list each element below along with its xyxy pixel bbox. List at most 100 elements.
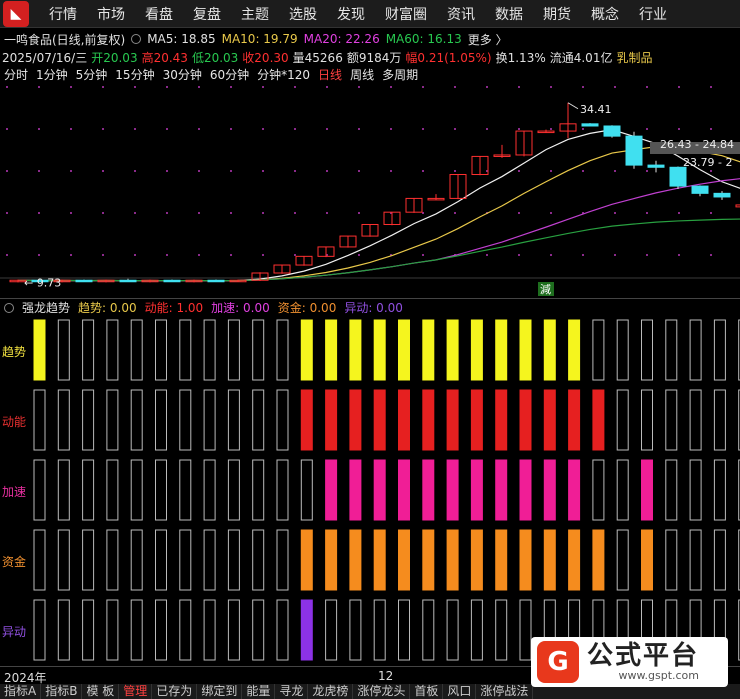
bottom-tab-6[interactable]: 能量	[242, 684, 276, 699]
nav-item-3[interactable]: 复盘	[193, 4, 221, 24]
ma20-line	[17, 178, 740, 282]
candle-body[interactable]	[647, 164, 665, 168]
bottom-tab-12[interactable]: 涨停战法	[476, 684, 534, 699]
stock-info-line-2: 2025/07/16/三 开20.03 高20.43 低20.03 收20.30…	[2, 49, 652, 65]
indicator-bar	[130, 459, 143, 521]
period-option-2[interactable]: 5分钟	[76, 66, 108, 82]
bottom-tab-4[interactable]: 已存为	[152, 684, 198, 699]
period-option-9[interactable]: 多周期	[382, 66, 418, 82]
indicator-bar	[57, 459, 70, 521]
indicator-bar	[349, 599, 362, 661]
candle-body[interactable]	[625, 135, 643, 166]
bottom-tab-2[interactable]: 模 板	[82, 684, 120, 699]
nav-item-2[interactable]: 看盘	[145, 4, 173, 24]
indicator-bar	[82, 389, 95, 451]
grid-dot	[710, 212, 712, 214]
indicator-bar	[495, 389, 508, 451]
indicator-panel[interactable]: 趋势 动能 加速 资金 异动	[0, 316, 740, 666]
bottom-tab-7[interactable]: 寻龙	[275, 684, 309, 699]
grid-dot	[262, 212, 264, 214]
grid-dot	[646, 170, 648, 172]
candle-body[interactable]	[75, 279, 93, 283]
bottom-tab-10[interactable]: 首板	[410, 684, 444, 699]
indicator-bar	[33, 599, 46, 661]
indicator-bar	[398, 389, 410, 451]
ma60-line	[17, 218, 740, 282]
grid-dot	[198, 254, 200, 256]
indicator-bar	[373, 599, 386, 661]
indicator-bar	[252, 319, 265, 381]
bottom-tab-1[interactable]: 指标B	[41, 684, 83, 699]
grid-dot	[486, 254, 488, 256]
high-price-label: 34.41	[580, 103, 612, 116]
industry-tag[interactable]: 乳制品	[616, 49, 652, 66]
indicator-bar	[616, 319, 629, 381]
indicator-bar	[203, 389, 216, 451]
bottom-tab-3[interactable]: 管理	[119, 684, 153, 699]
badge-title: 公式平台	[587, 641, 700, 671]
nav-item-0[interactable]: 行情	[49, 4, 77, 24]
indicator-momentum: 动能: 1.00	[144, 301, 204, 315]
more-button[interactable]: 更多 〉	[468, 31, 508, 48]
candle-body[interactable]	[735, 204, 740, 208]
period-option-7[interactable]: 日线	[318, 66, 342, 82]
period-option-6[interactable]: 分钟*120	[257, 66, 310, 82]
indicator-bar	[568, 529, 581, 591]
period-option-1[interactable]: 1分钟	[36, 66, 68, 82]
candle-body[interactable]	[603, 125, 621, 137]
indicator-bar	[276, 529, 289, 591]
bottom-tab-5[interactable]: 绑定到	[197, 684, 243, 699]
kline-chart[interactable]: 分时 1分钟 5分钟 15分钟 30分钟 60分钟 分钟*120 日线 周线 多周期 34.41 ←…	[0, 66, 740, 298]
candle-body[interactable]	[691, 185, 709, 194]
indicator-toggle-icon[interactable]	[4, 302, 14, 313]
nav-item-11[interactable]: 概念	[591, 4, 619, 24]
candle-body[interactable]	[207, 279, 225, 283]
candle-body[interactable]	[119, 279, 137, 283]
candle-body[interactable]	[163, 279, 181, 283]
indicator-name[interactable]: 强龙趋势	[22, 299, 70, 316]
indicator-bar	[470, 389, 483, 451]
period-option-8[interactable]: 周线	[350, 66, 374, 82]
indicator-bar	[325, 599, 338, 661]
period-option-5[interactable]: 60分钟	[210, 66, 249, 82]
indicator-bar	[155, 529, 167, 591]
period-option-4[interactable]: 30分钟	[163, 66, 202, 82]
indicator-row-label: 加速	[2, 485, 27, 499]
bottom-tab-0[interactable]: 指标A	[0, 684, 42, 699]
candle-body[interactable]	[581, 123, 599, 127]
grid-dot	[262, 86, 264, 88]
nav-item-9[interactable]: 数据	[495, 4, 523, 24]
grid-dot	[230, 212, 232, 214]
grid-dot	[710, 128, 712, 130]
indicator-bar	[325, 459, 338, 521]
indicator-trend: 趋势: 0.00	[78, 301, 137, 315]
nav-item-5[interactable]: 选股	[289, 4, 317, 24]
nav-item-10[interactable]: 期货	[543, 4, 571, 24]
indicator-bar	[155, 459, 167, 521]
nav-item-12[interactable]: 行业	[639, 4, 667, 24]
bottom-tab-11[interactable]: 风口	[443, 684, 477, 699]
period-option-0[interactable]: 分时	[4, 66, 28, 82]
bottom-tab-8[interactable]: 龙虎榜	[308, 684, 354, 699]
ma-toggle-icon[interactable]	[131, 34, 142, 44]
amplitude: 幅0.21(1.05%)	[405, 50, 492, 65]
indicator-bar	[179, 389, 192, 451]
indicator-bar	[543, 459, 556, 521]
nav-item-6[interactable]: 发现	[337, 4, 365, 24]
nav-item-1[interactable]: 市场	[97, 4, 125, 24]
nav-item-4[interactable]: 主题	[241, 4, 269, 24]
bottom-tab-9[interactable]: 涨停龙头	[353, 684, 411, 699]
candle-body[interactable]	[669, 166, 687, 187]
nav-item-7[interactable]: 财富圈	[385, 4, 427, 24]
grid-dot	[166, 212, 168, 214]
nav-item-8[interactable]: 资讯	[447, 4, 475, 24]
range-label-1: 26.43 - 24.84	[660, 138, 734, 151]
grid-dot	[614, 254, 616, 256]
indicator-bar	[300, 389, 313, 451]
candle-body[interactable]	[713, 192, 731, 198]
grid-dot	[38, 170, 40, 172]
indicator-bar	[689, 529, 702, 591]
period-option-3[interactable]: 15分钟	[115, 66, 154, 82]
app-logo-icon[interactable]: ◣	[3, 0, 29, 27]
indicator-bar	[470, 529, 483, 591]
